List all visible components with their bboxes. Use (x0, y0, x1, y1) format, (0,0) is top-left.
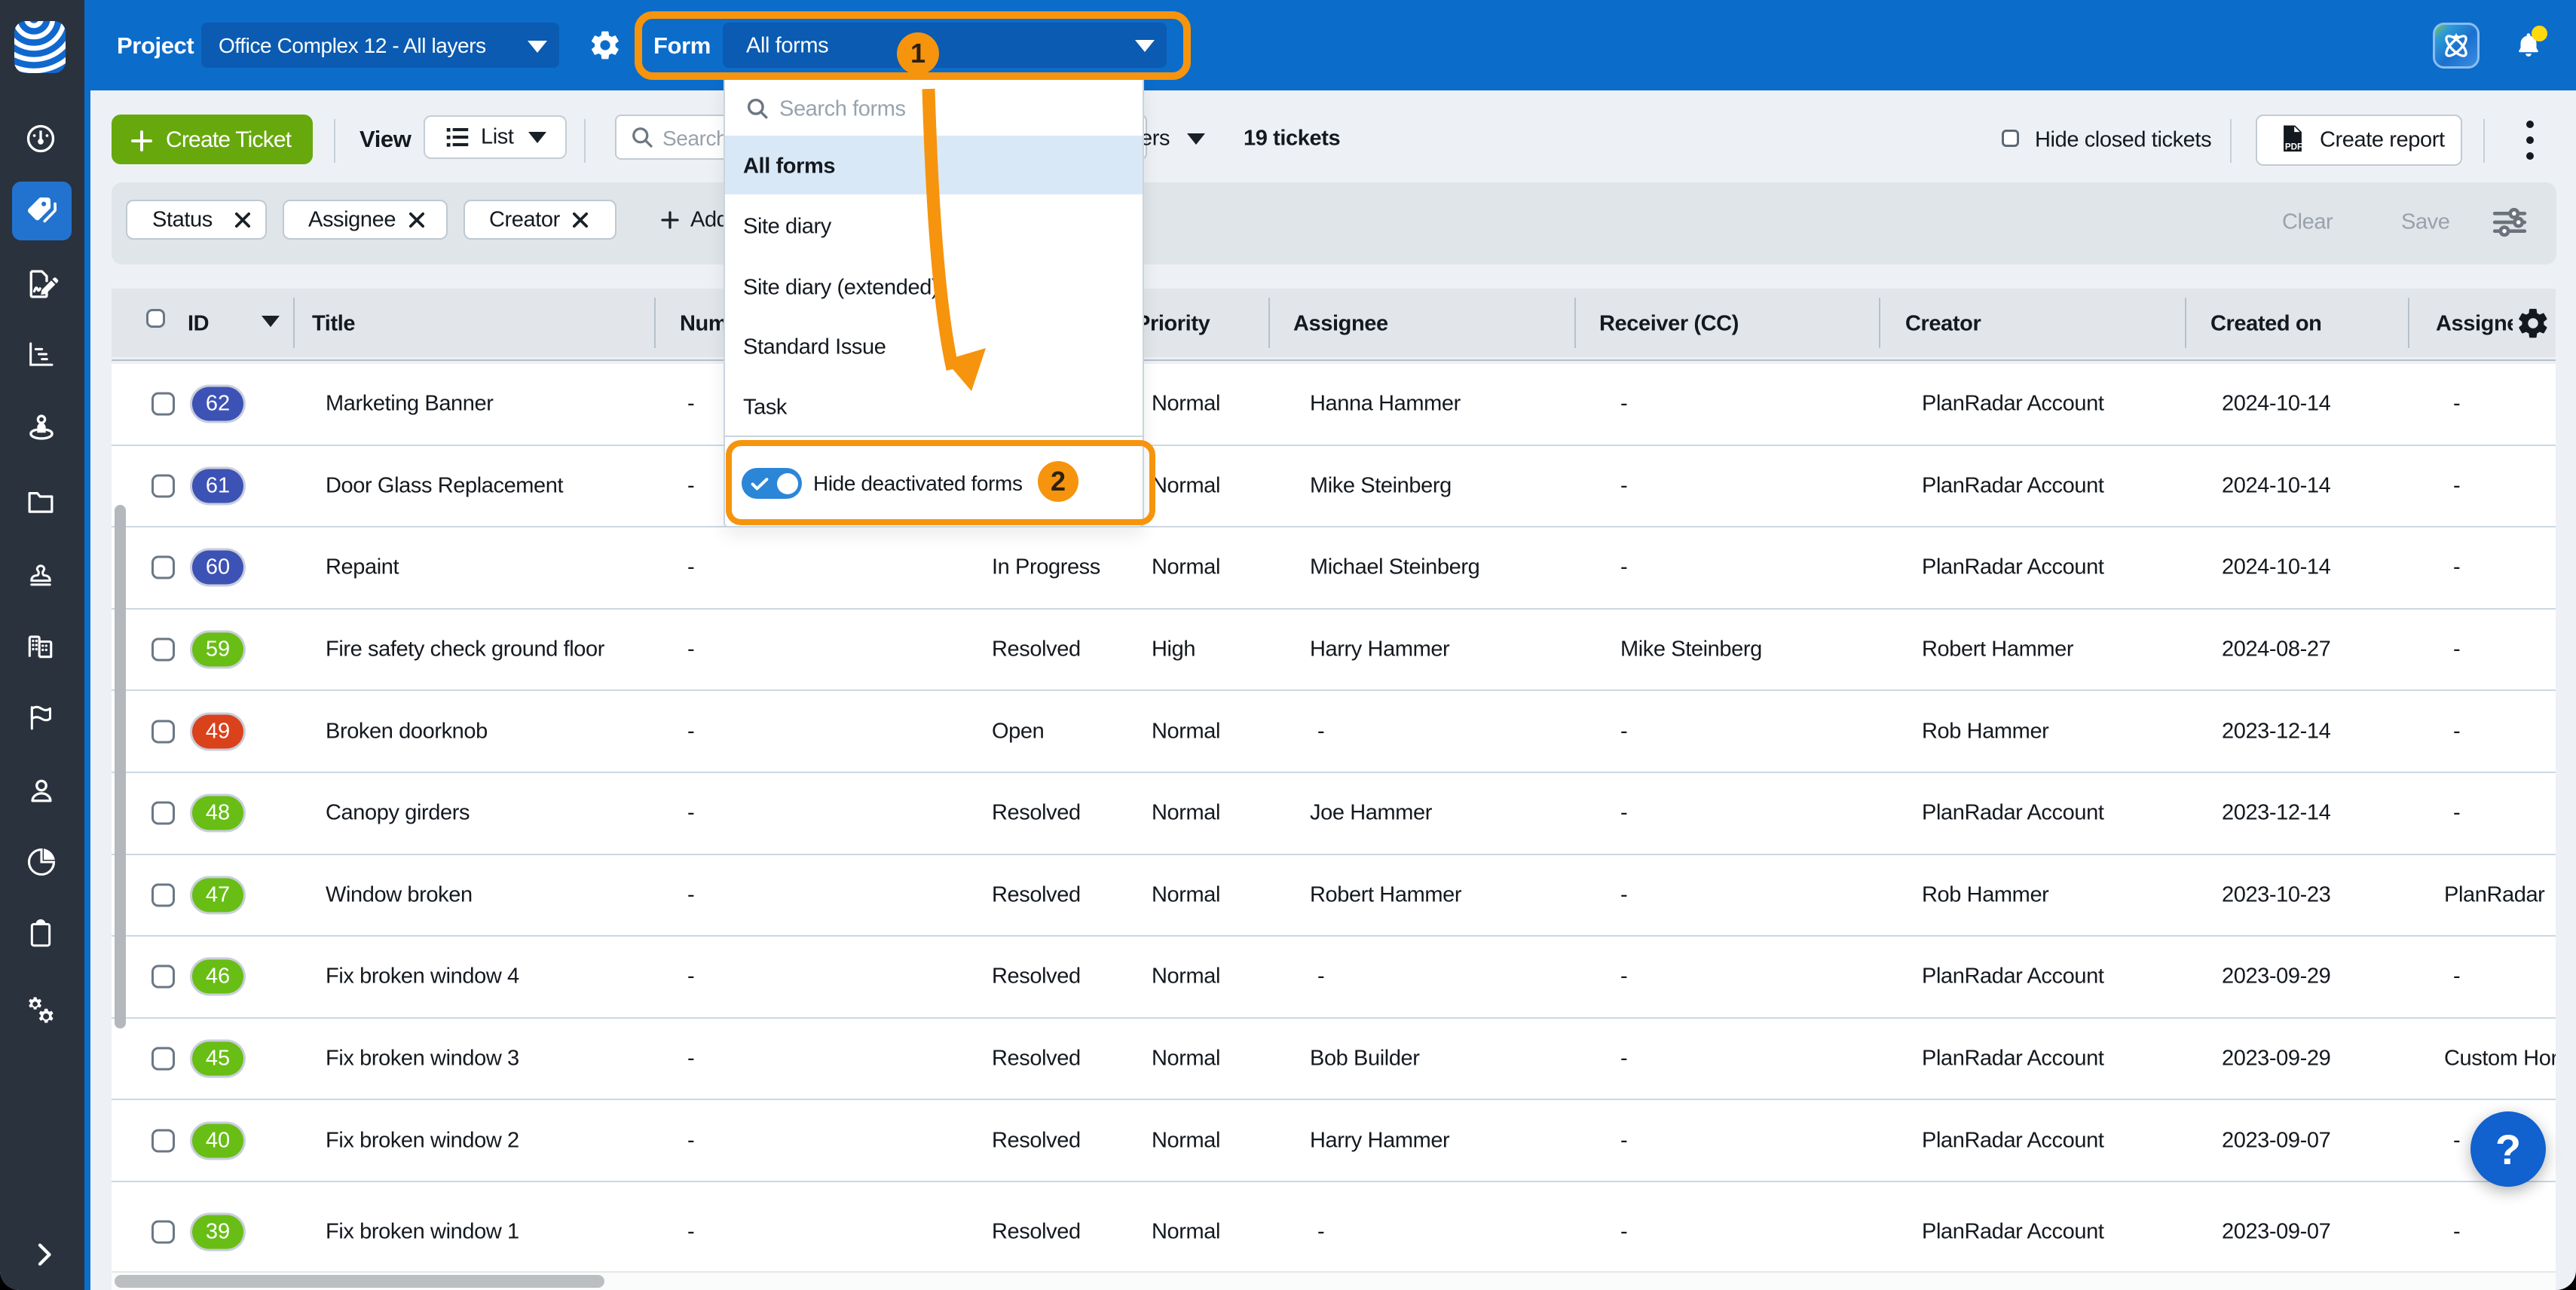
svg-text:PDF: PDF (2285, 142, 2302, 152)
